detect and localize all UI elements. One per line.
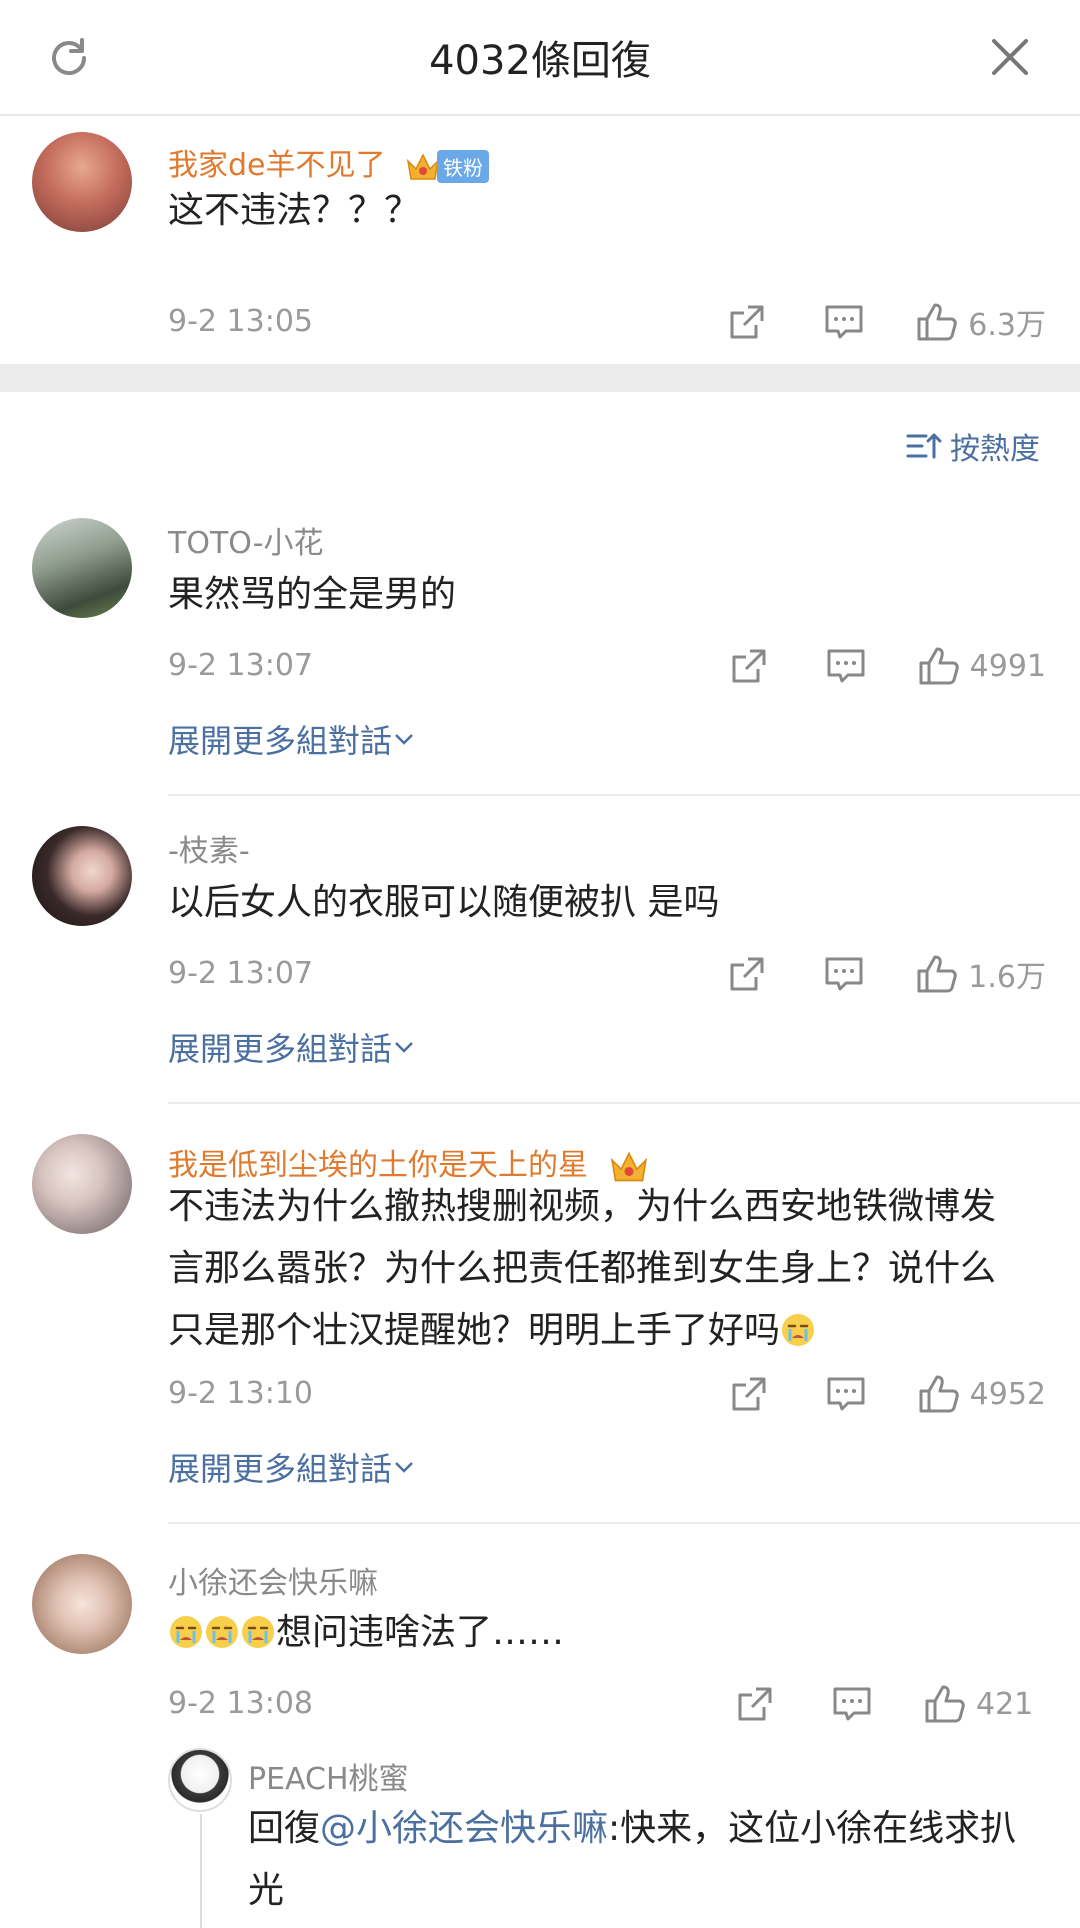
thumbs-up-icon [925, 1685, 965, 1723]
expand-conversation-link[interactable]: 展開更多組對話 [168, 1444, 416, 1490]
reply-prefix: 回復 [248, 1808, 321, 1849]
divider [168, 794, 1080, 796]
share-button[interactable] [728, 955, 766, 993]
like-count: 4952 [969, 1376, 1046, 1412]
dialog-header: 4032條回復 [0, 0, 1080, 116]
comment-icon [827, 649, 865, 683]
avatar[interactable] [168, 1748, 232, 1812]
sort-icon [906, 433, 942, 459]
share-icon [732, 1377, 766, 1411]
like-button[interactable]: 421 [924, 1684, 1046, 1724]
timestamp: 9-2 13:08 [168, 1686, 313, 1721]
comment-actions: 6.3万 [728, 300, 1046, 344]
sort-by-hot-button[interactable]: 按熱度 [906, 426, 1040, 467]
thumbs-up-icon [919, 647, 959, 685]
comment-icon [825, 305, 863, 339]
comment-text: 不违法为什么撤热搜删视频，为什么西安地铁微博发言那么嚣张？为什么把责任都推到女生… [168, 1186, 997, 1351]
comment-button[interactable] [832, 1685, 872, 1723]
like-button[interactable]: 4991 [918, 646, 1046, 686]
comment-icon [833, 1687, 871, 1721]
comment-text: 果然骂的全是男的 [168, 574, 457, 615]
comment-actions: 4952 [730, 1372, 1046, 1416]
chevron-down-icon [395, 1462, 413, 1473]
comment-actions: 4991 [730, 644, 1046, 688]
thumbs-up-icon [919, 1375, 959, 1413]
crying-emoji-icon [782, 1314, 815, 1346]
comment-text: 想问违啥法了…… [276, 1612, 565, 1653]
avatar[interactable] [32, 1554, 132, 1654]
username[interactable]: PEACH桃蜜 [248, 1754, 409, 1798]
chevron-down-icon [395, 734, 413, 745]
expand-conversation-link[interactable]: 展開更多組對話 [168, 1024, 416, 1070]
like-count: 4991 [969, 648, 1046, 684]
share-button[interactable] [730, 647, 768, 685]
comment-button[interactable] [824, 955, 864, 993]
close-icon[interactable] [990, 37, 1030, 77]
share-icon [730, 305, 764, 339]
expand-label: 展開更多組對話 [168, 1450, 393, 1488]
crying-emoji-icon [170, 1616, 202, 1648]
timestamp: 9-2 13:07 [168, 956, 313, 991]
comment-icon [827, 1377, 865, 1411]
share-button[interactable] [736, 1685, 774, 1723]
username[interactable]: 我家de羊不见了 [168, 148, 386, 183]
reply-thread-line [200, 1814, 202, 1928]
avatar[interactable] [32, 132, 132, 232]
fan-badge-label: 铁粉 [437, 150, 490, 183]
avatar[interactable] [32, 1134, 132, 1234]
expand-conversation-link[interactable]: 展開更多組對話 [168, 716, 416, 762]
top-comment: 我家de羊不见了 铁粉 这不违法？？？ 9-2 13:05 6.3万 [0, 116, 1080, 364]
avatar[interactable] [32, 826, 132, 926]
share-icon [730, 957, 764, 991]
divider [168, 1102, 1080, 1104]
comment-text: 以后女人的衣服可以随便被扒 是吗 [168, 882, 720, 923]
comment-text: 这不违法？？？ [168, 190, 421, 231]
timestamp: 9-2 13:10 [168, 1376, 313, 1411]
avatar[interactable] [32, 518, 132, 618]
comment-button[interactable] [826, 647, 866, 685]
crown-icon [406, 152, 440, 180]
fan-badge: 铁粉 [405, 150, 490, 183]
crying-emoji-icon [206, 1616, 238, 1648]
timestamp: 9-2 13:05 [168, 304, 313, 339]
nested-reply: PEACH桃蜜 回復@小徐还会快乐嘛:快来，这位小徐在线求扒光 [168, 1748, 1048, 1928]
expand-label: 展開更多組對話 [168, 1030, 393, 1068]
mention-link[interactable]: @小徐还会快乐嘛 [320, 1808, 608, 1849]
like-button[interactable]: 1.6万 [916, 952, 1046, 996]
sort-label: 按熱度 [950, 432, 1040, 467]
comment-button[interactable] [826, 1375, 866, 1413]
share-button[interactable] [728, 303, 766, 341]
thumbs-up-icon [917, 955, 958, 993]
timestamp: 9-2 13:07 [168, 648, 313, 683]
like-button[interactable]: 6.3万 [916, 300, 1046, 344]
share-icon [738, 1687, 772, 1721]
expand-label: 展開更多組對話 [168, 722, 393, 760]
comment-actions: 1.6万 [728, 952, 1046, 996]
username[interactable]: -枝素- [168, 826, 250, 870]
like-button[interactable]: 4952 [918, 1374, 1046, 1414]
comment-actions: 421 [736, 1682, 1046, 1726]
comment-icon [825, 957, 863, 991]
share-icon [732, 649, 766, 683]
username[interactable]: TOTO-小花 [168, 518, 324, 562]
thumbs-up-icon [917, 303, 958, 341]
username[interactable]: 小徐还会快乐嘛 [168, 1558, 378, 1602]
chevron-down-icon [395, 1042, 413, 1053]
comment-button[interactable] [824, 303, 864, 341]
crying-emoji-icon [242, 1616, 274, 1648]
share-button[interactable] [730, 1375, 768, 1413]
like-count: 1.6万 [968, 960, 1046, 995]
like-count: 6.3万 [968, 308, 1046, 343]
like-count: 421 [976, 1686, 1034, 1722]
section-divider [0, 364, 1080, 392]
reply-count-title: 4032條回復 [429, 38, 651, 84]
divider [168, 1522, 1080, 1524]
